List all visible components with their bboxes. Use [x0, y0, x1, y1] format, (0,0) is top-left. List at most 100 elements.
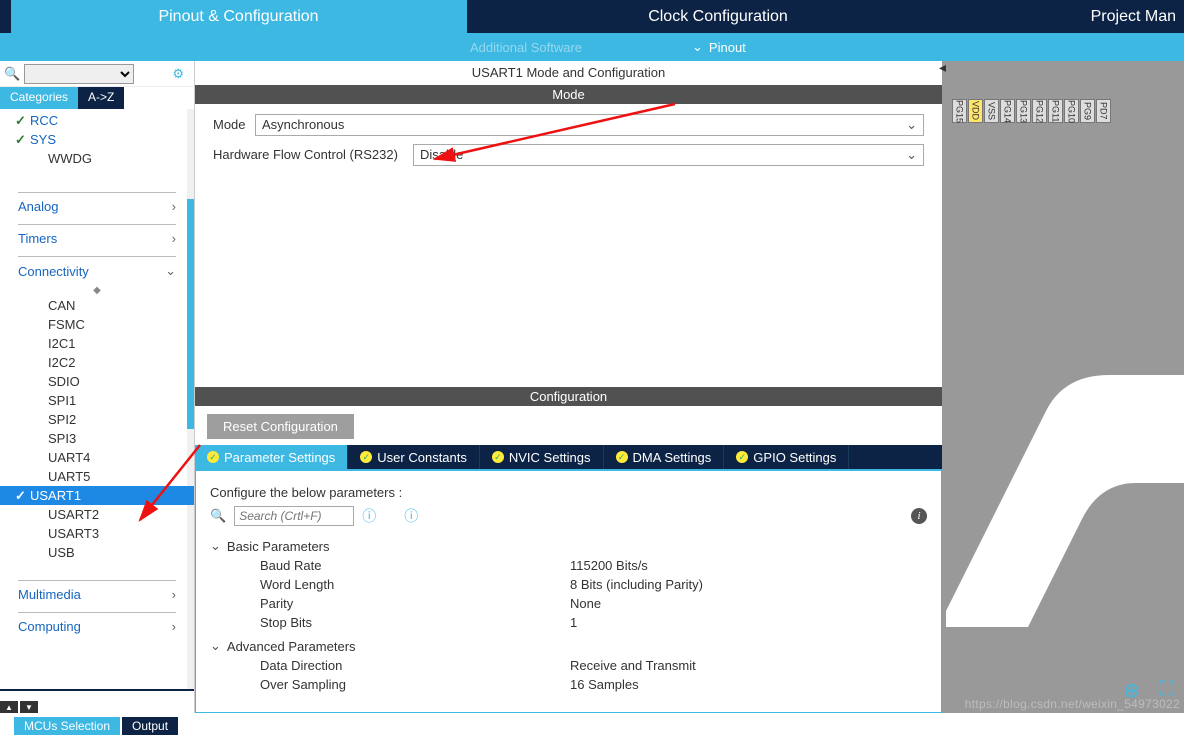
group-label: Multimedia	[18, 587, 81, 602]
pin-pd7[interactable]: PD7	[1096, 99, 1111, 123]
chevron-right-icon: ›	[172, 587, 176, 602]
tree-item-sys[interactable]: SYS	[0, 130, 194, 149]
additional-software-link[interactable]: Additional Software	[470, 40, 582, 55]
tree-group-connectivity[interactable]: Connectivity ⌄	[18, 256, 176, 285]
tree-item-spi1[interactable]: SPI1	[0, 391, 194, 410]
tab-pinout-config[interactable]: Pinout & Configuration	[11, 0, 466, 33]
pin-pg9[interactable]: PG9	[1080, 99, 1095, 123]
hw-flow-select[interactable]: Disable ⌄	[413, 144, 924, 166]
param-row[interactable]: Baud Rate115200 Bits/s	[210, 556, 927, 575]
tree-item-i2c1[interactable]: I2C1	[0, 334, 194, 353]
info-icon[interactable]: i	[911, 508, 927, 524]
watermark-text: https://blog.csdn.net/weixin_54973022	[965, 697, 1180, 711]
tree-item-rcc[interactable]: RCC	[0, 111, 194, 130]
collapse-up-icon[interactable]: ▲	[0, 701, 18, 713]
config-tabs-row: Parameter SettingsUser ConstantsNVIC Set…	[195, 445, 942, 471]
tree-group-multimedia[interactable]: Multimedia ›	[18, 580, 176, 608]
tree-item-usart3[interactable]: USART3	[0, 524, 194, 543]
tab-output[interactable]: Output	[122, 717, 178, 735]
chevron-down-icon: ⌄	[906, 147, 917, 163]
mode-label: Mode	[213, 117, 255, 132]
tab-a-to-z[interactable]: A->Z	[78, 87, 124, 109]
bottom-tabs: MCUs Selection Output	[0, 713, 1184, 735]
config-tab-user-constants[interactable]: User Constants	[348, 445, 480, 469]
param-row[interactable]: Data DirectionReceive and Transmit	[210, 656, 927, 675]
search-icon[interactable]: 🔍	[4, 66, 20, 82]
st-logo-icon	[946, 283, 1184, 683]
pin-vdd[interactable]: VDD	[968, 99, 983, 123]
pin-pg10[interactable]: PG10	[1064, 99, 1079, 123]
hw-flow-value: Disable	[420, 147, 463, 162]
check-dot-icon	[207, 451, 219, 463]
tab-project-manager[interactable]: Project Man	[969, 0, 1184, 33]
peripheral-search-select[interactable]	[24, 64, 134, 84]
mode-select[interactable]: Asynchronous ⌄	[255, 114, 924, 136]
check-dot-icon	[736, 451, 748, 463]
param-group-header[interactable]: ⌄Basic Parameters	[210, 536, 927, 556]
tree-group-computing[interactable]: Computing ›	[18, 612, 176, 640]
chevron-down-icon: ⌄	[165, 263, 176, 279]
config-tab-parameter-settings[interactable]: Parameter Settings	[195, 445, 348, 469]
search-icon[interactable]: 🔍	[210, 508, 226, 524]
config-title: USART1 Mode and Configuration	[195, 61, 942, 85]
param-group-header[interactable]: ⌄Advanced Parameters	[210, 636, 927, 656]
gear-icon[interactable]: ⚙	[172, 66, 184, 82]
tree-group-timers[interactable]: Timers ›	[18, 224, 176, 252]
tree-group-analog[interactable]: Analog ›	[18, 192, 176, 220]
sidebar-footer: ▲ ▼	[0, 689, 194, 713]
pin-pg13[interactable]: PG13	[1016, 99, 1031, 123]
param-row[interactable]: Stop Bits1	[210, 613, 927, 632]
tree-item-fsmc[interactable]: FSMC	[0, 315, 194, 334]
pin-vss[interactable]: VSS	[984, 99, 999, 123]
tree-item-usb[interactable]: USB	[0, 543, 194, 562]
param-row[interactable]: ParityNone	[210, 594, 927, 613]
tab-mcus-selection[interactable]: MCUs Selection	[14, 717, 120, 735]
group-label: Timers	[18, 231, 57, 246]
pinout-label: Pinout	[709, 40, 746, 55]
hw-flow-label: Hardware Flow Control (RS232)	[213, 147, 413, 162]
tree-item-wwdg[interactable]: WWDG	[0, 149, 194, 168]
tree-item-spi3[interactable]: SPI3	[0, 429, 194, 448]
tree-item-uart5[interactable]: UART5	[0, 467, 194, 486]
reset-configuration-button[interactable]: Reset Configuration	[207, 414, 354, 439]
tree-item-i2c2[interactable]: I2C2	[0, 353, 194, 372]
config-tab-nvic-settings[interactable]: NVIC Settings	[480, 445, 604, 469]
pin-pg14[interactable]: PG14	[1000, 99, 1015, 123]
collapse-down-icon[interactable]: ▼	[20, 701, 38, 713]
param-row[interactable]: Over Sampling16 Samples	[210, 675, 927, 694]
config-body: Configure the below parameters : 🔍 ⓘ ⓘ i…	[195, 471, 942, 713]
config-tab-gpio-settings[interactable]: GPIO Settings	[724, 445, 849, 469]
chevron-down-icon: ⌄	[906, 117, 917, 133]
configure-parameters-label: Configure the below parameters :	[210, 485, 927, 500]
chevron-right-icon: ›	[172, 619, 176, 634]
tree-item-usart2[interactable]: USART2	[0, 505, 194, 524]
tree-item-spi2[interactable]: SPI2	[0, 410, 194, 429]
param-search-input[interactable]	[234, 506, 354, 526]
mode-body: Mode Asynchronous ⌄ Hardware Flow Contro…	[195, 104, 942, 387]
pinout-dropdown[interactable]: ⌄ Pinout	[692, 39, 746, 55]
search-next-icon[interactable]: ⓘ	[404, 506, 418, 526]
center-panel: USART1 Mode and Configuration Mode Mode …	[195, 61, 946, 713]
chevron-down-icon: ⌄	[210, 638, 221, 654]
top-tab-bar: Pinout & Configuration Clock Configurati…	[0, 0, 1184, 33]
pin-pg15[interactable]: PG15	[952, 99, 967, 123]
group-label: Computing	[18, 619, 81, 634]
tree-item-usart1[interactable]: USART1	[0, 486, 194, 505]
tab-categories[interactable]: Categories	[0, 87, 78, 109]
sort-handle-icon[interactable]: ◆	[0, 285, 194, 296]
group-label: Connectivity	[18, 264, 89, 279]
tab-clock-config[interactable]: Clock Configuration	[466, 0, 969, 33]
mode-value: Asynchronous	[262, 117, 344, 132]
param-row[interactable]: Word Length8 Bits (including Parity)	[210, 575, 927, 594]
search-prev-icon[interactable]: ⓘ	[362, 506, 376, 526]
tree-item-uart4[interactable]: UART4	[0, 448, 194, 467]
config-tab-dma-settings[interactable]: DMA Settings	[604, 445, 725, 469]
configuration-section-bar: Configuration	[195, 387, 942, 406]
pin-pg11[interactable]: PG11	[1048, 99, 1063, 123]
pin-pg12[interactable]: PG12	[1032, 99, 1047, 123]
pin-row: PG15VDDVSSPG14PG13PG12PG11PG10PG9PD7	[946, 99, 1184, 125]
chevron-down-icon: ⌄	[210, 538, 221, 554]
check-dot-icon	[616, 451, 628, 463]
tree-item-sdio[interactable]: SDIO	[0, 372, 194, 391]
tree-item-can[interactable]: CAN	[0, 296, 194, 315]
